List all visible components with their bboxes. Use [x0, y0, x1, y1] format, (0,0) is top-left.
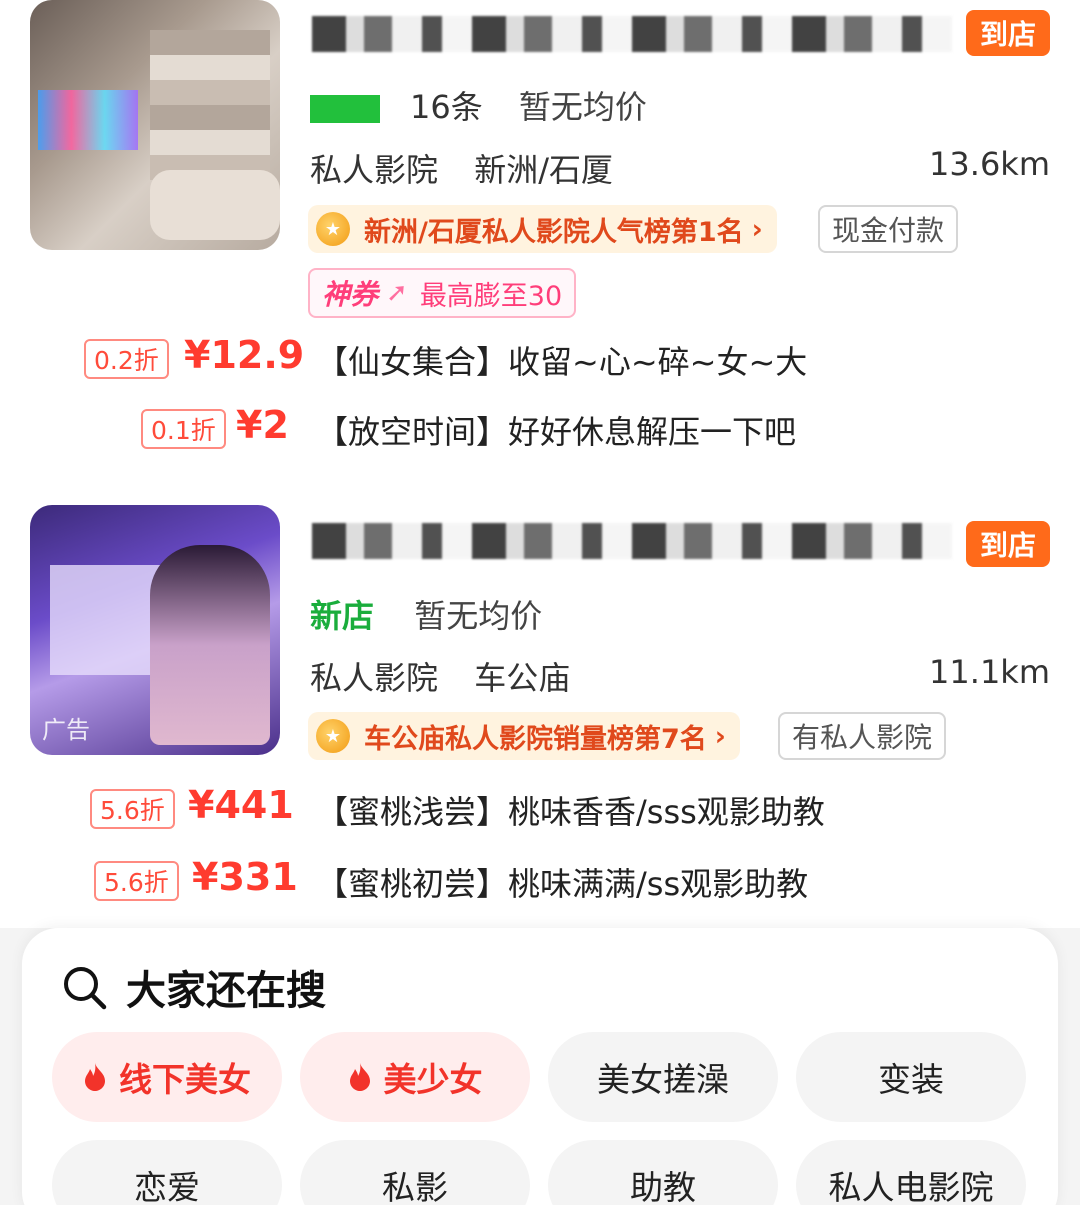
popular-searches-panel: 大家还在搜 线下美女 美少女 美女搓澡 变装 恋爱 私影 助教 私人电影院: [22, 928, 1058, 1205]
search-chip[interactable]: 变装: [796, 1032, 1026, 1122]
search-icon: [64, 967, 107, 1010]
search-chip-label: 线下美女: [119, 1060, 251, 1099]
distance: 13.6km: [929, 145, 1050, 183]
search-chip[interactable]: 助教: [548, 1140, 778, 1205]
sofa-decoration: [150, 170, 280, 240]
listing-title-blurred[interactable]: [312, 523, 952, 559]
deal-price: ¥2: [236, 403, 289, 447]
category-line: 私人影院 新洲/石厦: [310, 145, 613, 191]
deal-title: 【放空时间】好好休息解压一下吧: [316, 413, 797, 451]
search-chip[interactable]: 美女搓澡: [548, 1032, 778, 1122]
store-visit-badge: 到店: [966, 521, 1050, 567]
listing-card[interactable]: 到店 16条 暂无均价 私人影院 新洲/石厦 13.6km ★ 新洲/石厦私人影…: [0, 0, 1080, 470]
coupon-badge[interactable]: 神券 ➚ 最高膨至30: [308, 268, 577, 318]
search-chip-label: 美少女: [383, 1060, 483, 1099]
deal-price: ¥441: [188, 783, 294, 827]
chevron-right-icon: ›: [714, 720, 726, 752]
deal-row[interactable]: 5.6折 ¥331 【蜜桃初尝】桃味满满/ss观影助教: [0, 855, 1080, 907]
listing-thumbnail[interactable]: 广告: [30, 505, 280, 755]
rank-badge[interactable]: ★ 新洲/石厦私人影院人气榜第1名 ›: [308, 205, 777, 253]
deal-price: ¥331: [192, 855, 298, 899]
search-chip[interactable]: 私影: [300, 1140, 530, 1205]
popular-searches-title: 大家还在搜: [126, 968, 326, 1014]
review-line: 16条 暂无均价: [310, 82, 647, 128]
category-line: 私人影院 车公庙: [310, 653, 570, 699]
search-chip[interactable]: 恋爱: [52, 1140, 282, 1205]
new-store-tag: 新店: [310, 597, 375, 635]
figure-decoration: [150, 545, 270, 745]
deal-title: 【蜜桃浅尝】桃味香香/sss观影助教: [316, 793, 825, 831]
listing-title-blurred[interactable]: [312, 16, 952, 52]
search-chip-label: 美女搓澡: [597, 1060, 729, 1099]
review-line: 新店 暂无均价: [310, 591, 542, 637]
payment-tag: 现金付款: [818, 205, 959, 253]
deal-price: ¥12.9: [184, 333, 305, 377]
listing-card[interactable]: 广告 到店 新店 暂无均价 私人影院 车公庙 11.1km ★ 车公庙私人影院销…: [0, 505, 1080, 925]
search-chip[interactable]: 私人电影院: [796, 1140, 1026, 1205]
listing-thumbnail[interactable]: [30, 0, 280, 250]
rating-bar: [310, 95, 380, 123]
category: 私人影院: [310, 151, 439, 189]
popular-searches-header: 大家还在搜: [60, 958, 326, 1016]
search-chip[interactable]: 美少女: [300, 1032, 530, 1122]
deal-row[interactable]: 0.1折 ¥2 【放空时间】好好休息解压一下吧: [0, 403, 1080, 455]
category: 私人影院: [310, 659, 439, 697]
deal-title: 【仙女集合】收留~心~碎~女~大: [316, 343, 808, 381]
discount-tag: 5.6折: [90, 789, 175, 829]
store-visit-badge: 到店: [966, 10, 1050, 56]
flame-icon: [85, 1063, 105, 1091]
distance: 11.1km: [929, 653, 1050, 691]
deal-title: 【蜜桃初尝】桃味满满/ss观影助教: [316, 865, 809, 903]
coupon-text: 最高膨至30: [419, 280, 563, 312]
flame-icon: [349, 1063, 370, 1091]
chevron-right-icon: ›: [751, 213, 763, 245]
feature-tag: 有私人影院: [778, 712, 947, 760]
medal-icon: ★: [316, 719, 350, 753]
discount-tag: 5.6折: [94, 861, 179, 901]
mosaic-blur: [150, 30, 270, 180]
rank-text: 新洲/石厦私人影院人气榜第1名: [364, 216, 744, 248]
deal-row[interactable]: 5.6折 ¥441 【蜜桃浅尝】桃味香香/sss观影助教: [0, 783, 1080, 835]
avg-price: 暂无均价: [414, 597, 543, 635]
rank-badge[interactable]: ★ 车公庙私人影院销量榜第7名 ›: [308, 712, 740, 760]
discount-tag: 0.1折: [141, 409, 226, 449]
search-chip-label: 变装: [878, 1060, 944, 1099]
rank-text: 车公庙私人影院销量榜第7名: [364, 723, 707, 755]
ad-label: 广告: [42, 716, 90, 744]
search-chip[interactable]: 线下美女: [52, 1032, 282, 1122]
coupon-brand: 神券: [322, 278, 379, 311]
arrow-up-icon: ➚: [386, 278, 408, 308]
medal-icon: ★: [316, 212, 350, 246]
avg-price: 暂无均价: [518, 88, 647, 126]
search-chip-label: 私影: [382, 1168, 448, 1205]
deal-row[interactable]: 0.2折 ¥12.9 【仙女集合】收留~心~碎~女~大: [0, 333, 1080, 385]
screen-decoration: [50, 565, 160, 675]
district: 车公庙: [474, 659, 571, 697]
discount-tag: 0.2折: [84, 339, 169, 379]
search-chip-label: 助教: [630, 1168, 696, 1205]
search-chip-label: 私人电影院: [828, 1168, 994, 1205]
district: 新洲/石厦: [474, 151, 613, 189]
screen-decoration: [38, 90, 138, 150]
search-chip-label: 恋爱: [134, 1168, 200, 1205]
review-count: 16条: [410, 88, 483, 126]
